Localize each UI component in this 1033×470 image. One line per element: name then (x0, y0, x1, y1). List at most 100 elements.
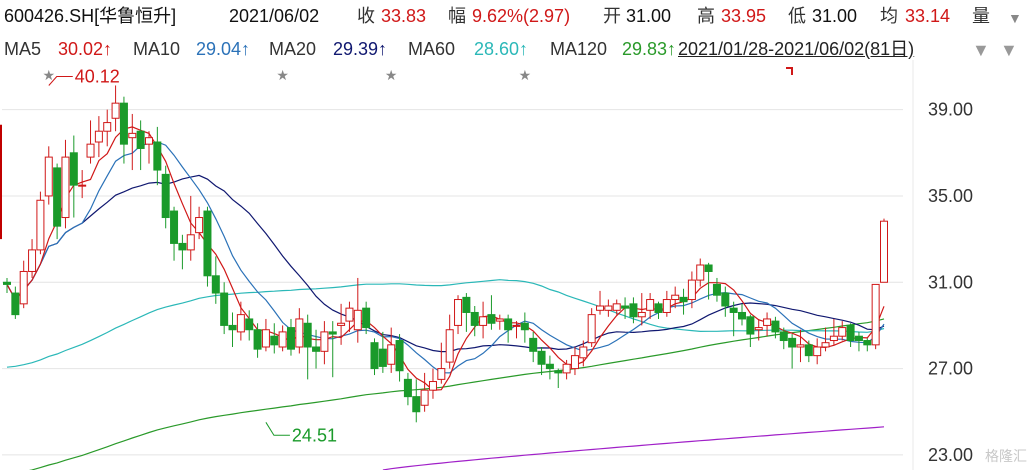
candle-body (479, 316, 488, 326)
low-price-label: 24.51 (292, 425, 337, 445)
close-value: 33.83 (381, 6, 427, 26)
candle-body (420, 389, 429, 406)
candle-body (136, 130, 145, 149)
candle-body (261, 329, 270, 348)
candle-body (804, 344, 813, 357)
avg-label: 均 (880, 6, 898, 26)
y-tick-label: 23.00 (928, 445, 973, 465)
candle-body (353, 309, 362, 331)
stock-name[interactable]: 600426.SH[华鲁恒升] (4, 0, 176, 33)
candle-body (729, 307, 738, 313)
candle-body (880, 220, 888, 283)
candle-body (278, 331, 287, 348)
candle-body (637, 311, 646, 318)
candle-body (253, 329, 262, 350)
low-label: 低 (788, 6, 806, 26)
candle-body (203, 210, 212, 277)
volume-label: 量 (972, 6, 990, 26)
high-value: 33.95 (721, 6, 767, 26)
candle-body (604, 305, 613, 311)
change-value: 9.62%(2.97) (472, 6, 571, 26)
ma250-line (382, 426, 885, 470)
candle-body (504, 318, 513, 331)
ma120-line (28, 318, 885, 470)
candle-body (78, 184, 87, 187)
candle-body (111, 102, 120, 119)
candle-body (395, 340, 404, 372)
candle-body (228, 324, 237, 331)
event-flag-icon (786, 67, 793, 75)
candle-body (161, 173, 170, 219)
candle-body (345, 307, 354, 322)
candle-body (195, 217, 204, 234)
dropdown-triangle-icon[interactable]: ▼ (1008, 2, 1022, 33)
candle-body (445, 329, 454, 363)
candle-body (286, 327, 295, 350)
candle-body (838, 327, 847, 337)
candle-body (11, 292, 20, 316)
candle-body (44, 156, 53, 197)
y-tick-label: 31.00 (928, 272, 973, 292)
candle-body (236, 314, 245, 333)
candle-body (871, 283, 880, 346)
candle-body (846, 324, 855, 342)
candle-body (562, 363, 571, 374)
candle-body (3, 281, 11, 285)
candle-body (579, 346, 588, 359)
candle-body (570, 355, 579, 370)
candle-body (529, 337, 538, 352)
candle-body (303, 322, 312, 348)
candle-body (454, 299, 463, 326)
candle-body (370, 342, 379, 370)
candle-body (796, 344, 805, 348)
close-label: 收 (357, 6, 375, 26)
candle-body (763, 318, 772, 326)
candle-body (86, 143, 95, 158)
star-marker-icon: ★ (42, 68, 55, 84)
candle-body (520, 322, 529, 331)
candle-body (654, 303, 663, 313)
candle-body (170, 210, 179, 244)
candle-body (646, 299, 655, 311)
candle-body (36, 199, 45, 251)
candle-body (153, 141, 162, 171)
candle-body (53, 167, 62, 227)
candle-body (320, 331, 329, 352)
candle-body (754, 327, 763, 331)
candle-body (662, 299, 671, 313)
candle-body (428, 381, 437, 391)
candle-body (94, 130, 103, 143)
annotation-leader (265, 422, 290, 436)
candle-body (671, 294, 680, 301)
candle-body (144, 137, 153, 145)
candle-body (270, 335, 279, 346)
candle-body (612, 303, 621, 311)
candle-body (621, 305, 630, 309)
candle-body (487, 314, 496, 324)
candle-body (119, 102, 128, 145)
candle-body (512, 324, 521, 327)
watermark-logo-icon: 格隆汇 (985, 448, 1027, 464)
candle-body (813, 346, 822, 357)
candle-body (679, 296, 688, 303)
candle-body (211, 275, 220, 294)
y-tick-label: 39.00 (928, 100, 973, 120)
candle-body (470, 311, 479, 326)
candle-body (103, 122, 112, 132)
candle-body (337, 322, 346, 326)
candle-body (61, 156, 70, 219)
candle-body (687, 279, 696, 301)
candle-body (788, 337, 797, 348)
ma5-line (6, 126, 885, 391)
candlestick-chart: 39.00 35.00 31.00 27.00 23.00 ★ ★ ★ ★ 40.12 24.51 (0, 60, 973, 470)
candle-body (437, 368, 446, 380)
candle-body (696, 264, 705, 281)
candle-body (412, 396, 421, 413)
candle-body (220, 292, 229, 326)
candle-body (712, 283, 721, 296)
candle-body (587, 314, 596, 344)
open-value: 31.00 (626, 6, 672, 26)
candle-body (704, 264, 713, 272)
change-label: 幅 (448, 6, 466, 26)
quote-date: 2021/06/02 (229, 6, 320, 26)
